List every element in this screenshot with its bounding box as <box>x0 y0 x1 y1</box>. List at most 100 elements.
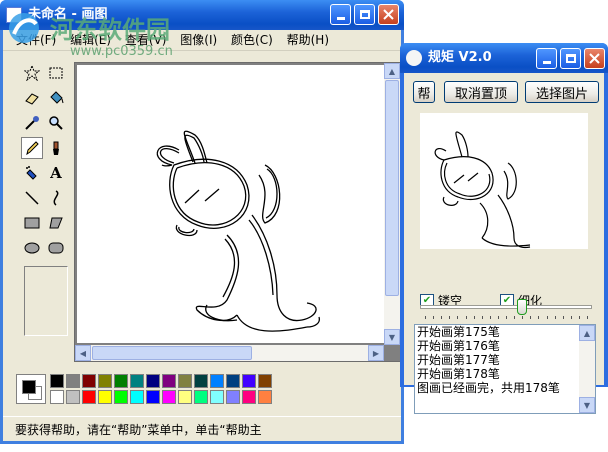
slider-thumb[interactable] <box>517 299 527 315</box>
close-icon <box>589 53 600 64</box>
vertical-scrollbar[interactable]: ▲ ▼ <box>384 63 400 345</box>
curve-tool[interactable] <box>45 187 67 209</box>
color-swatch[interactable] <box>114 390 128 404</box>
rounded-rectangle-icon <box>48 242 64 254</box>
log-line: 开始画第177笔 <box>417 353 500 367</box>
color-swatch[interactable] <box>66 374 80 388</box>
scroll-down-button[interactable]: ▼ <box>384 329 400 345</box>
minimize-icon <box>336 17 345 20</box>
color-palette <box>16 374 276 410</box>
guiju-title-bar[interactable]: 规矩 V2.0 <box>400 43 608 73</box>
log-scroll-down[interactable]: ▼ <box>579 397 595 413</box>
horizontal-scroll-thumb[interactable] <box>92 346 252 360</box>
color-swatch[interactable] <box>98 390 112 404</box>
slider-tick <box>555 316 556 319</box>
maximize-button[interactable] <box>354 4 375 25</box>
slider-tick <box>563 316 564 319</box>
guiju-close-button[interactable] <box>584 48 605 69</box>
color-swatch[interactable] <box>242 374 256 388</box>
close-button[interactable] <box>378 4 399 25</box>
line-tool[interactable] <box>21 187 43 209</box>
color-swatch[interactable] <box>82 374 96 388</box>
color-swatch[interactable] <box>114 374 128 388</box>
color-swatch[interactable] <box>178 390 192 404</box>
color-swatch[interactable] <box>258 374 272 388</box>
paint-bucket-icon <box>50 91 64 104</box>
color-swatch[interactable] <box>210 390 224 404</box>
scroll-right-button[interactable]: ▶ <box>368 345 384 361</box>
scroll-up-button[interactable]: ▲ <box>384 63 400 79</box>
slider-tick <box>457 316 458 319</box>
rabbit-preview <box>434 131 531 249</box>
minimize-button[interactable] <box>330 4 351 25</box>
current-colors[interactable] <box>16 374 46 404</box>
eraser-icon <box>25 93 39 105</box>
polygon-tool[interactable] <box>45 212 67 234</box>
color-swatch[interactable] <box>162 390 176 404</box>
scroll-left-button[interactable]: ◀ <box>75 345 91 361</box>
threshold-slider[interactable] <box>420 299 592 319</box>
slider-tick <box>490 316 491 319</box>
log-scroll-up[interactable]: ▲ <box>579 325 595 341</box>
curve-icon <box>53 190 59 206</box>
vertical-scroll-thumb[interactable] <box>385 80 399 296</box>
log-line: 开始画第178笔 <box>417 367 500 381</box>
rectangle-tool[interactable] <box>21 212 43 234</box>
color-swatch[interactable] <box>210 374 224 388</box>
status-bar: 要获得帮助，请在“帮助”菜单中，单击“帮助主 <box>3 416 401 439</box>
menu-help[interactable]: 帮助(H) <box>282 30 334 50</box>
color-swatch[interactable] <box>258 390 272 404</box>
color-swatch[interactable] <box>66 390 80 404</box>
foreground-color[interactable] <box>22 380 36 394</box>
slider-tick <box>547 316 548 319</box>
color-swatch[interactable] <box>226 390 240 404</box>
color-swatch[interactable] <box>194 390 208 404</box>
ellipse-tool[interactable] <box>21 237 43 259</box>
color-swatch[interactable] <box>130 390 144 404</box>
color-swatch[interactable] <box>98 374 112 388</box>
color-swatch[interactable] <box>242 390 256 404</box>
color-swatch[interactable] <box>226 374 240 388</box>
color-swatch[interactable] <box>146 390 160 404</box>
log-scrollbar[interactable]: ▲ ▼ <box>579 325 595 413</box>
text-tool-icon: A <box>50 164 62 182</box>
color-swatch[interactable] <box>50 374 64 388</box>
color-swatch[interactable] <box>162 374 176 388</box>
slider-tick <box>538 316 539 319</box>
toolbox: A <box>16 62 72 392</box>
airbrush-icon <box>26 166 37 180</box>
rabbit-drawing <box>156 130 321 332</box>
slider-tick <box>449 316 450 319</box>
airbrush-tool[interactable] <box>21 162 43 184</box>
tool-options-box[interactable] <box>24 266 68 336</box>
color-swatch[interactable] <box>130 374 144 388</box>
guiju-maximize-button[interactable] <box>560 48 581 69</box>
close-icon <box>383 9 394 20</box>
minimize-icon <box>542 61 551 64</box>
slider-tick <box>466 316 467 319</box>
horizontal-scrollbar[interactable]: ◀ ▶ <box>75 345 384 361</box>
fill-tool[interactable] <box>45 87 67 109</box>
color-swatch[interactable] <box>146 374 160 388</box>
rounded-rectangle-tool[interactable] <box>45 237 67 259</box>
guiju-minimize-button[interactable] <box>536 48 557 69</box>
image-preview <box>420 113 588 249</box>
color-swatch[interactable] <box>82 390 96 404</box>
untop-button[interactable]: 取消置顶 <box>444 81 518 103</box>
help-button[interactable]: 帮 <box>413 81 435 103</box>
brush-tool[interactable] <box>45 137 67 159</box>
select-image-button[interactable]: 选择图片 <box>525 81 599 103</box>
slider-tick <box>522 316 523 319</box>
drawing-canvas[interactable] <box>77 65 384 343</box>
slider-tick <box>474 316 475 319</box>
slider-tick <box>441 316 442 319</box>
color-picker-tool[interactable] <box>21 112 43 134</box>
color-swatch[interactable] <box>50 390 64 404</box>
magnifier-tool[interactable] <box>45 112 67 134</box>
slider-tick <box>433 316 434 319</box>
eraser-tool[interactable] <box>21 87 43 109</box>
color-swatch[interactable] <box>194 374 208 388</box>
color-swatch[interactable] <box>178 374 192 388</box>
pencil-tool[interactable] <box>21 137 43 159</box>
text-tool[interactable]: A <box>45 162 67 184</box>
